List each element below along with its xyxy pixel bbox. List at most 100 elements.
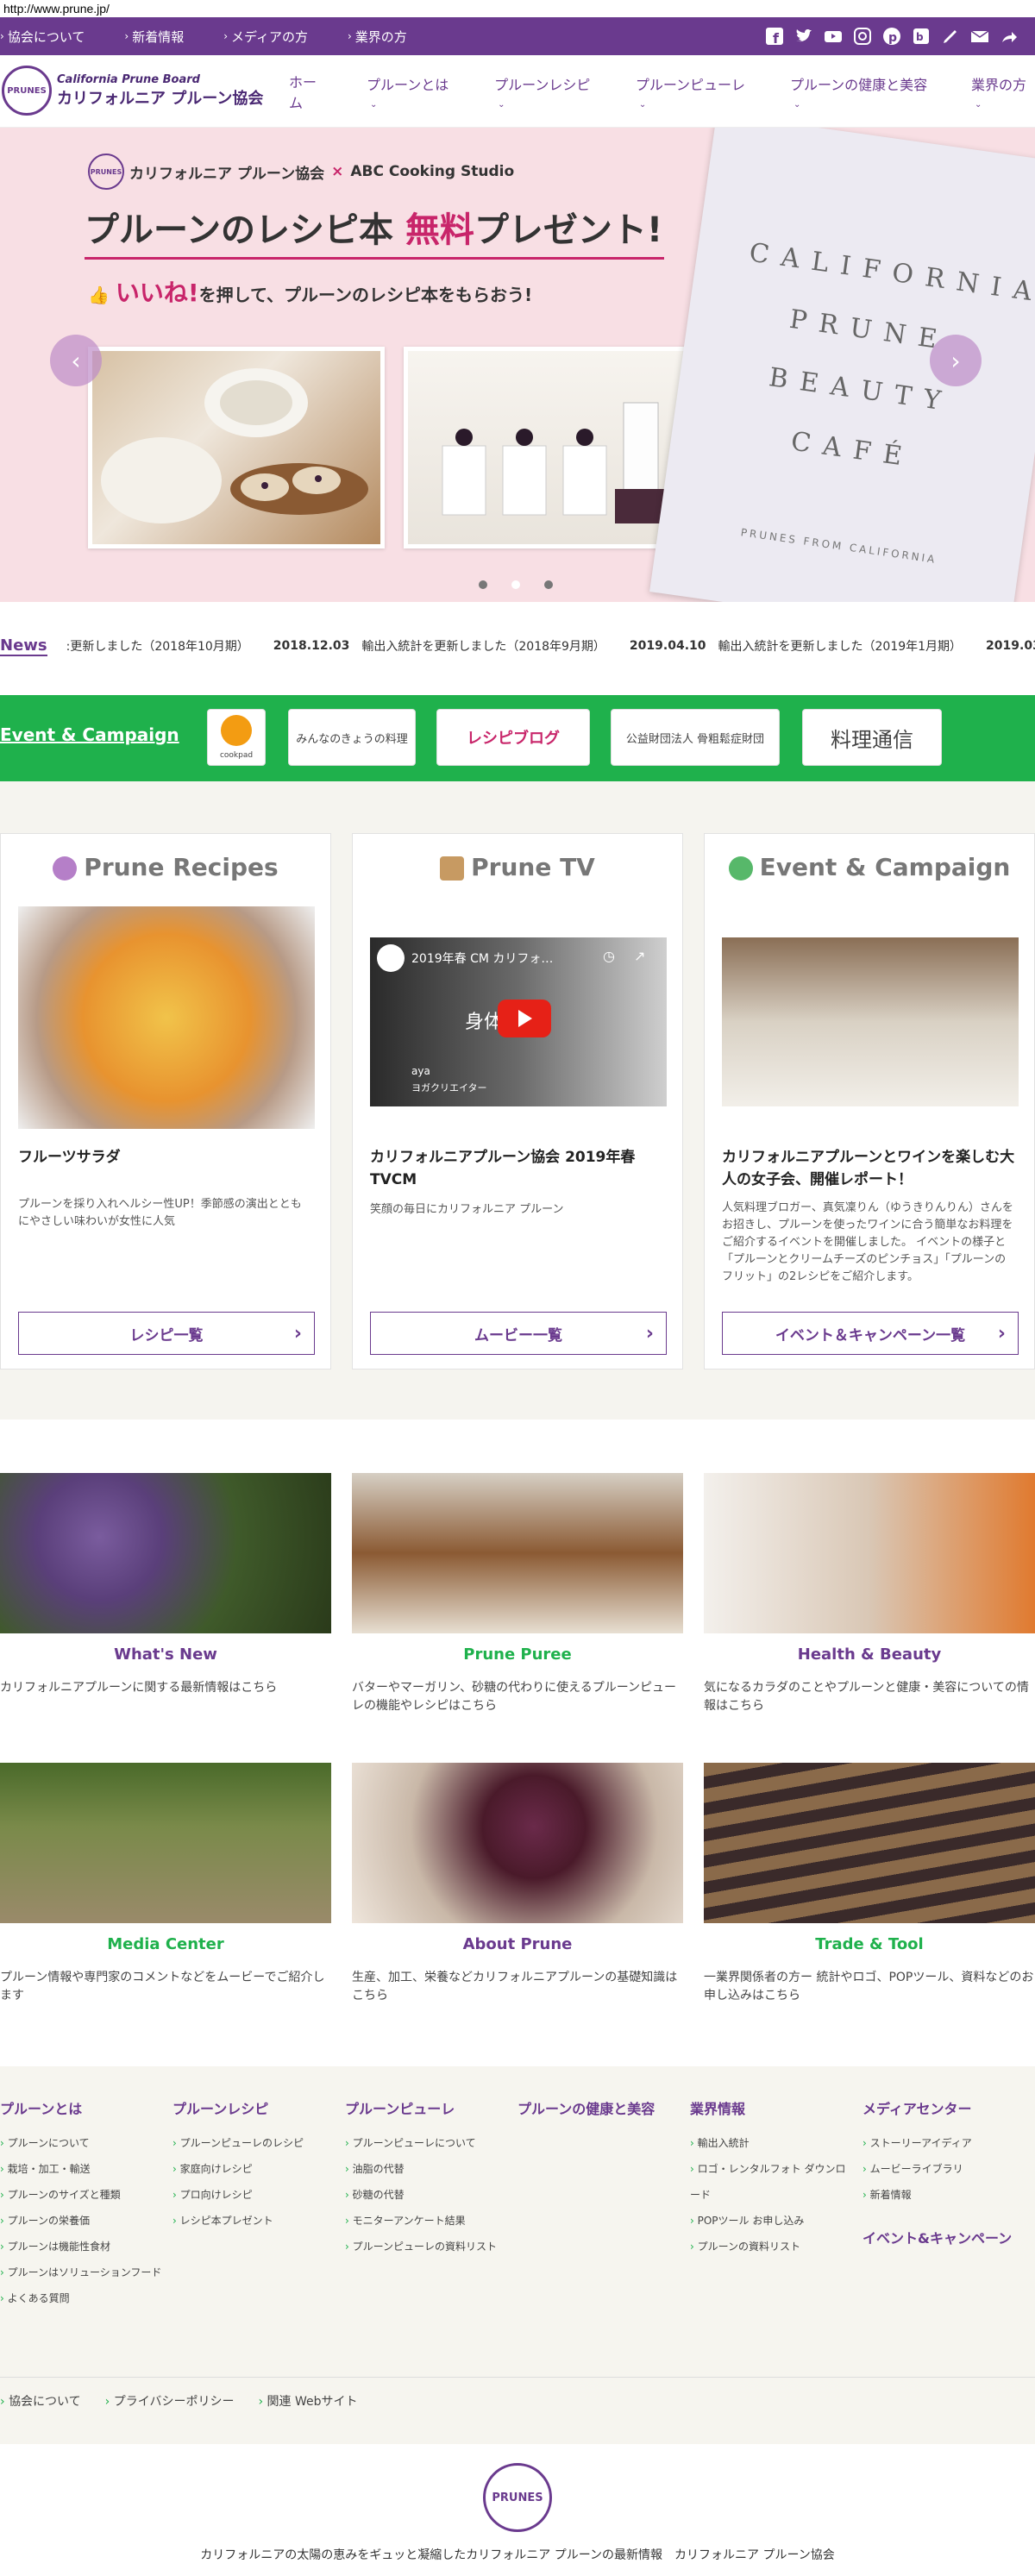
event-list-button[interactable]: イベント＆キャンペーン一覧 <box>722 1312 1019 1355</box>
thumbs-up-icon: 👍 <box>88 285 110 305</box>
footer-link[interactable]: 新着情報 <box>862 2182 1026 2208</box>
health-beauty-tile[interactable]: Health & Beauty 気になるカラダのことやプルーンと健康・美容につい… <box>704 1473 1035 1715</box>
footer-heading[interactable]: プルーンレシピ <box>172 2097 336 2118</box>
fruit-salad-image[interactable] <box>18 906 315 1129</box>
footer-heading[interactable]: プルーンの健康と美容 <box>518 2097 681 2118</box>
slider-prev-button[interactable]: ‹ <box>50 335 102 386</box>
nav-puree[interactable]: プルーンピューレ ⌄ <box>636 73 752 110</box>
about-prune-tile[interactable]: About Prune 生産、加工、栄養などカリフォルニアプルーンの基礎知識はこ… <box>352 1763 683 2005</box>
pinterest-icon[interactable]: p <box>881 26 902 47</box>
footer-logo[interactable]: PRUNES <box>483 2463 552 2532</box>
instagram-icon[interactable] <box>852 26 873 47</box>
top-link-industry[interactable]: 業界の方 <box>355 28 407 46</box>
hero-slider[interactable]: PRUNES カリフォルニア プルーン協会 × ABC Cooking Stud… <box>0 128 1035 602</box>
recipe-list-button[interactable]: レシピ一覧 <box>18 1312 315 1355</box>
facebook-icon[interactable]: f <box>764 26 785 47</box>
footer-link[interactable]: 栽培・加工・輸送 <box>0 2156 164 2182</box>
news-item[interactable]: :更新しました（2018年10月期） <box>66 637 249 655</box>
footer-col-puree: プルーンピューレ プルーンピューレについて 油脂の代替 砂糖の代替 モニターアン… <box>345 2097 509 2259</box>
top-link-about[interactable]: 協会について <box>8 28 85 46</box>
logo-label: 料理通信 <box>831 727 913 752</box>
footer-heading-events[interactable]: イベント&キャンペーン <box>862 2227 1026 2247</box>
footer-link[interactable]: 家庭向けレシピ <box>172 2156 336 2182</box>
footer-link[interactable]: プルーンは機能性食材 <box>0 2234 164 2259</box>
footer-link-related[interactable]: 関連 Webサイト <box>258 2392 358 2410</box>
play-button[interactable] <box>498 1000 551 1037</box>
footer-link[interactable]: 砂糖の代替 <box>345 2182 509 2208</box>
nav-about-prune[interactable]: プルーンとは ⌄ <box>367 73 456 110</box>
footer-link[interactable]: プルーンピューレの資料リスト <box>345 2234 509 2259</box>
footer-heading[interactable]: プルーンピューレ <box>345 2097 509 2118</box>
footer-link[interactable]: プルーンのサイズと種類 <box>0 2182 164 2208</box>
footer-link[interactable]: ロゴ・レンタルフォト ダウンロード <box>690 2156 854 2208</box>
footer-link[interactable]: プルーンについて <box>0 2130 164 2156</box>
footer-heading[interactable]: メディアセンター <box>862 2097 1026 2118</box>
footer-link[interactable]: プロ向けレシピ <box>172 2182 336 2208</box>
card-title[interactable]: カリフォルニアプルーン協会 2019年春TVCM <box>370 1146 672 1191</box>
footer-link[interactable]: プルーンの栄養価 <box>0 2208 164 2234</box>
logo-label: cookpad <box>219 750 254 760</box>
footer-link[interactable]: POPツール お申し込み <box>690 2208 854 2234</box>
footer-link[interactable]: プルーンはソリューションフード <box>0 2259 164 2285</box>
video-name: aya <box>411 1065 430 1077</box>
news-item[interactable]: 輸出入統計を更新しました（2019年1月期） <box>718 637 963 655</box>
news-item[interactable]: 輸出入統計を更新しました（2018年9月期） <box>361 637 605 655</box>
nav-home[interactable]: ホーム <box>289 71 329 112</box>
trade-tool-tile[interactable]: Trade & Tool 一業界関係者の方ー 統計やロゴ、POPツール、資料など… <box>704 1763 1035 2005</box>
youtube-icon[interactable] <box>823 26 844 47</box>
share-icon[interactable] <box>999 26 1019 47</box>
footer-link[interactable]: プルーンの資料リスト <box>690 2234 854 2259</box>
chevron-right-icon: › <box>223 30 229 42</box>
footer-link[interactable]: よくある質問 <box>0 2285 164 2311</box>
movie-list-button[interactable]: ムービー一覧 <box>370 1312 667 1355</box>
footer-link[interactable]: プルーンピューレのレシピ <box>172 2130 336 2156</box>
media-center-tile[interactable]: Media Center プルーン情報や専門家のコメントなどをムービーでご紹介し… <box>0 1763 331 2005</box>
footer-link-about[interactable]: 協会について <box>0 2392 81 2410</box>
card-title[interactable]: フルーツサラダ <box>18 1146 320 1169</box>
card-title[interactable]: カリフォルニアプルーンとワインを楽しむ大人の女子会、開催レポート！ <box>722 1146 1024 1191</box>
top-link-media[interactable]: メディアの方 <box>231 28 308 46</box>
nav-recipes[interactable]: プルーンレシピ ⌄ <box>494 73 598 110</box>
clock-icon[interactable]: ◷ <box>603 948 615 964</box>
slider-dot[interactable] <box>479 580 487 589</box>
hero-partner-left: カリフォルニア プルーン協会 <box>129 165 325 183</box>
footer-link[interactable]: モニターアンケート結果 <box>345 2208 509 2234</box>
whats-new-tile[interactable]: What's New カリフォルニアプルーンに関する最新情報はこちら <box>0 1473 331 1697</box>
footer-link[interactable]: 輸出入統計 <box>690 2130 854 2156</box>
footer-link[interactable]: プルーンピューレについて <box>345 2130 509 2156</box>
top-link-news[interactable]: 新着情報 <box>132 28 184 46</box>
footer-link[interactable]: 油脂の代替 <box>345 2156 509 2182</box>
recipe-blog-logo[interactable]: レシピブログ <box>436 709 590 766</box>
blog-icon[interactable]: b <box>911 26 932 47</box>
footer-link[interactable]: ムービーライブラリ <box>862 2156 1026 2182</box>
address-bar[interactable]: http://www.prune.jp/ <box>0 0 1035 17</box>
wine-party-image[interactable] <box>722 937 1019 1106</box>
footer-link[interactable]: レシピ本プレゼント <box>172 2208 336 2234</box>
woman-image <box>704 1473 1035 1633</box>
chevron-down-icon: ⌄ <box>370 99 378 110</box>
slider-next-button[interactable]: › <box>930 335 982 386</box>
cookpad-logo[interactable]: cookpad <box>207 709 266 766</box>
prune-puree-tile[interactable]: Prune Puree バターやマーガリン、砂糖の代わりに使えるプルーンピューレ… <box>352 1473 683 1715</box>
youtube-video-player[interactable]: 2019年春 CM カリフォ… ◷ ↗ 身体 して aya ヨガクリエイター <box>370 937 667 1106</box>
minna-kyou-logo[interactable]: みんなのきょうの料理 <box>288 709 416 766</box>
footer-link-privacy[interactable]: プライバシーポリシー <box>105 2392 235 2410</box>
footer-heading[interactable]: プルーンとは <box>0 2097 164 2118</box>
share-icon[interactable]: ↗ <box>634 948 645 964</box>
site-logo[interactable]: PRUNES California Prune Board カリフォルニア プル… <box>2 66 263 116</box>
ryouri-tsushin-logo[interactable]: 料理通信 <box>802 709 942 766</box>
nav-industry[interactable]: 業界の方 ⌄ <box>971 73 1035 110</box>
osteoporosis-foundation-logo[interactable]: 公益財団法人 骨粗鬆症財団 <box>611 709 780 766</box>
tile-desc: 一業界関係者の方ー 統計やロゴ、POPツール、資料などのお申し込みはこちら <box>704 1971 1034 2003</box>
pen-icon[interactable] <box>940 26 961 47</box>
slider-dot-active[interactable] <box>511 580 520 589</box>
twitter-icon[interactable] <box>794 26 814 47</box>
mail-icon[interactable] <box>969 26 990 47</box>
slider-dot[interactable] <box>544 580 553 589</box>
logo-en: California Prune Board <box>57 72 200 86</box>
nav-label: プルーンとは <box>367 76 449 93</box>
event-campaign-title[interactable]: Event & Campaign <box>0 724 179 745</box>
nav-health[interactable]: プルーンの健康と美容 ⌄ <box>790 73 933 110</box>
footer-heading[interactable]: 業界情報 <box>690 2097 854 2118</box>
footer-link[interactable]: ストーリーアイディア <box>862 2130 1026 2156</box>
